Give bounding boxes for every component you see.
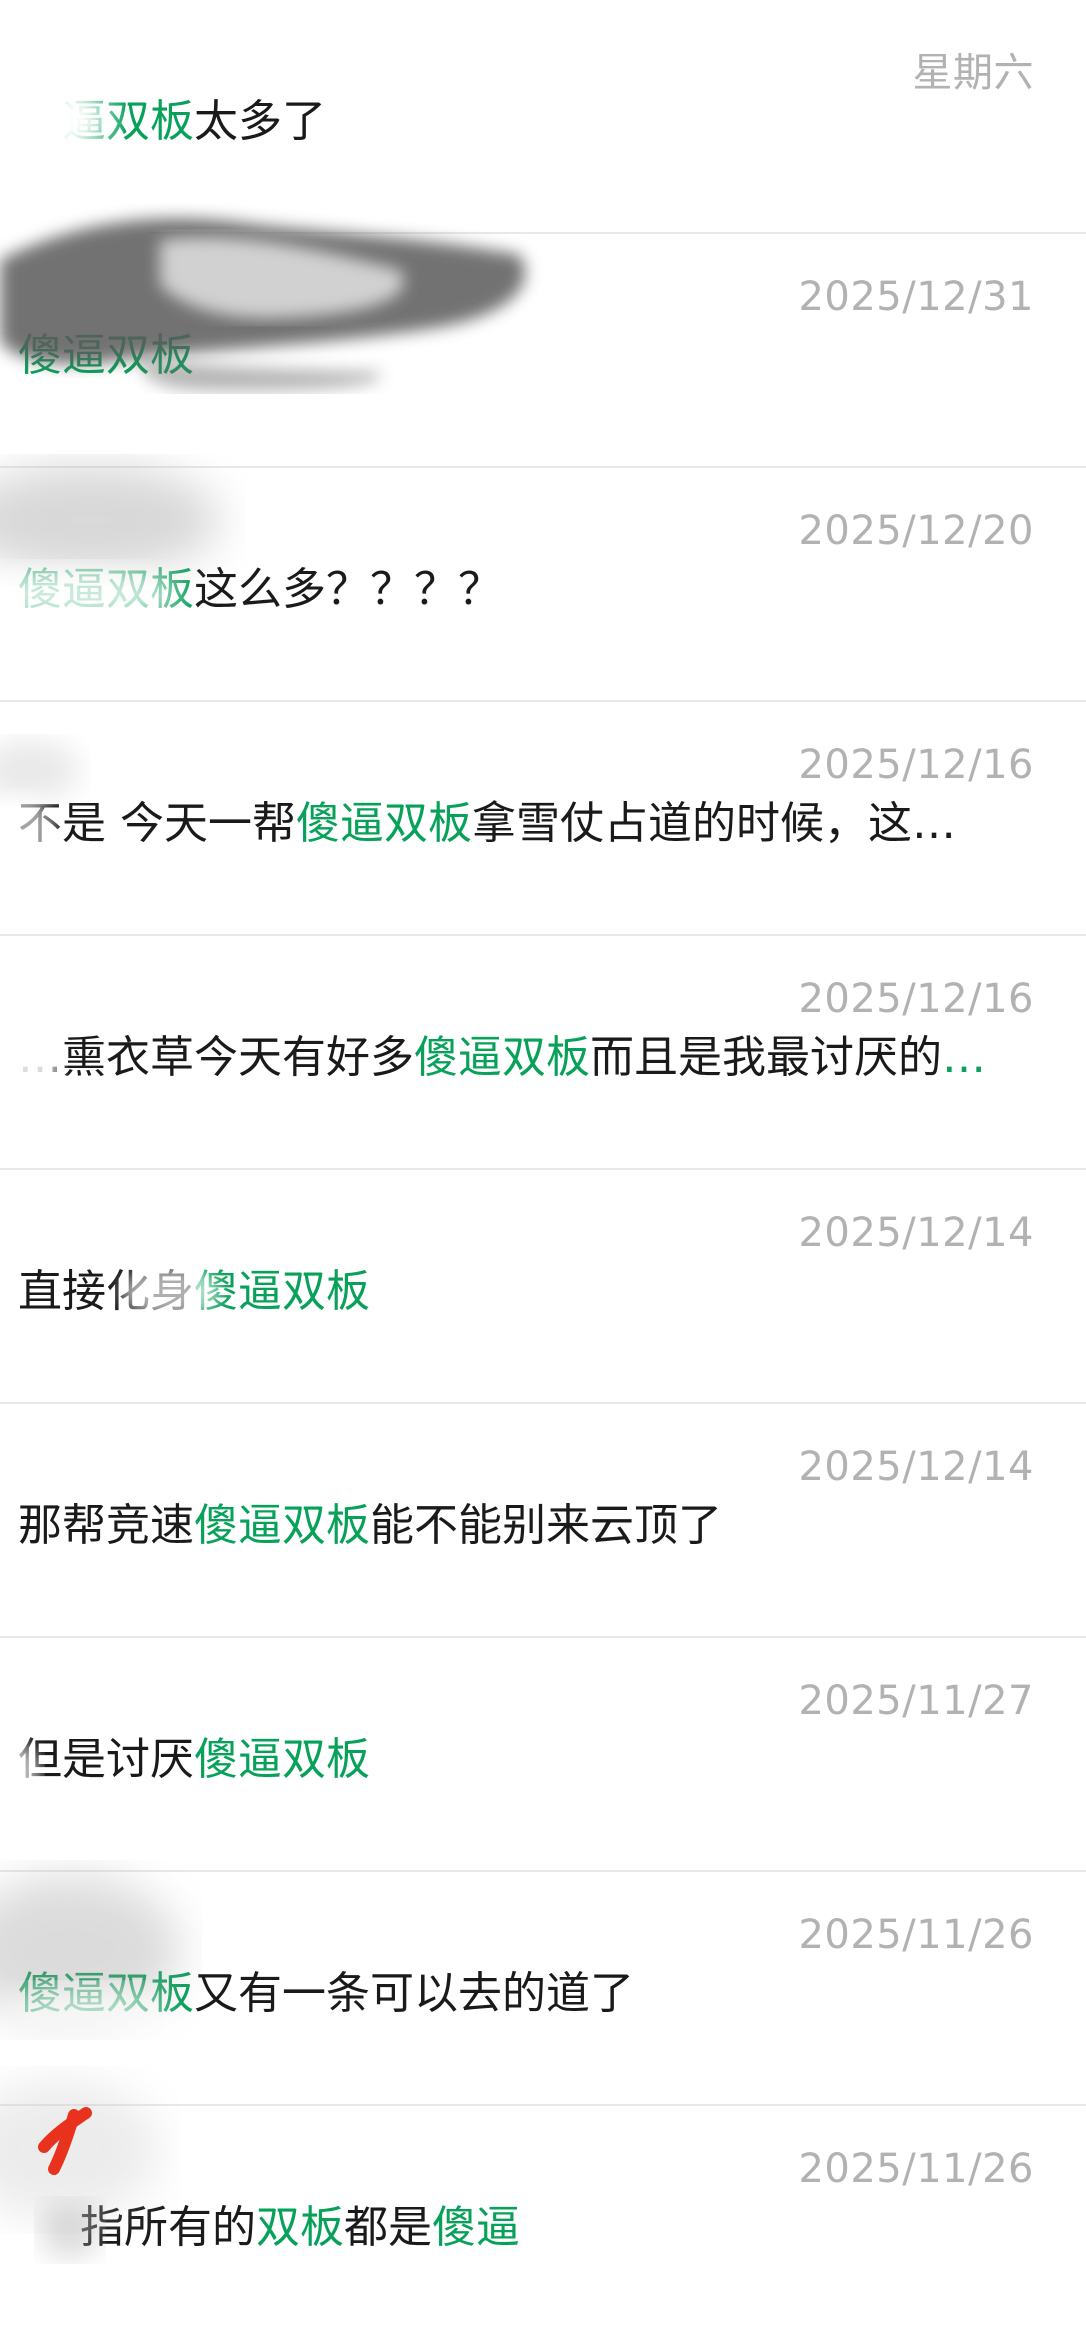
highlighted-keyword: 傻逼双板 xyxy=(18,330,194,381)
highlighted-keyword: 傻逼双板 xyxy=(296,798,472,849)
message-text: 能不能别来云顶了 xyxy=(370,1500,722,1551)
message-preview: 傻逼双板这么多？？？？ xyxy=(18,560,1046,620)
message-date: 2025/12/16 xyxy=(798,742,1034,788)
highlighted-keyword: 傻逼双板 xyxy=(414,1032,590,1083)
highlighted-keyword: 傻逼双板 xyxy=(194,1500,370,1551)
message-text: 不是 今天一帮 xyxy=(18,798,296,849)
highlighted-keyword: 傻逼双板 xyxy=(18,1968,194,2019)
message-preview: 逼双板太多了 xyxy=(62,92,1046,152)
message-text: 又有一条可以去的道了 xyxy=(194,1968,634,2019)
list-item[interactable]: 2025/12/31 傻逼双板 xyxy=(0,234,1086,468)
message-text: … xyxy=(942,1032,986,1083)
list-item[interactable]: 2025/12/16 …熏衣草今天有好多傻逼双板而且是我最讨厌的… xyxy=(0,936,1086,1170)
message-preview: 但是讨厌傻逼双板 xyxy=(18,1730,1046,1790)
list-item[interactable]: 2025/11/27 但是讨厌傻逼双板 xyxy=(0,1638,1086,1872)
message-date: 2025/12/14 xyxy=(798,1444,1034,1490)
message-date: 2025/11/26 xyxy=(798,2146,1034,2192)
message-text: 这么多？？？？ xyxy=(194,564,502,615)
list-item[interactable]: 2025/12/14 那帮竞速傻逼双板能不能别来云顶了 xyxy=(0,1404,1086,1638)
message-text: 直接化身 xyxy=(18,1266,194,1317)
message-preview: 那帮竞速傻逼双板能不能别来云顶了 xyxy=(18,1496,1046,1556)
message-date: 2025/12/20 xyxy=(798,508,1034,554)
message-text: 都是 xyxy=(344,2202,432,2253)
highlighted-keyword: 双板 xyxy=(256,2202,344,2253)
list-item[interactable]: 星期六 逼双板太多了 xyxy=(0,0,1086,234)
search-results-list: 星期六 逼双板太多了 2025/12/31 傻逼双板 2025/12/20 傻逼… xyxy=(0,0,1086,2283)
list-item[interactable]: 2025/12/14 直接化身傻逼双板 xyxy=(0,1170,1086,1404)
message-date: 2025/12/16 xyxy=(798,976,1034,1022)
message-text: 拿雪仗占道的时候，这… xyxy=(472,798,956,849)
highlighted-keyword: 逼双板 xyxy=(62,96,194,147)
highlighted-keyword: 傻逼双板 xyxy=(18,564,194,615)
message-preview: 傻逼双板 xyxy=(18,326,1046,386)
list-item[interactable]: 2025/12/20 傻逼双板这么多？？？？ xyxy=(0,468,1086,702)
message-date: 2025/12/14 xyxy=(798,1210,1034,1256)
message-text: 但是讨厌 xyxy=(18,1734,194,1785)
message-preview: 不是 今天一帮傻逼双板拿雪仗占道的时候，这… xyxy=(18,794,1046,854)
message-text: 那帮竞速 xyxy=(18,1500,194,1551)
highlighted-keyword: 傻逼双板 xyxy=(194,1266,370,1317)
list-item[interactable]: 2025/11/26 傻逼双板又有一条可以去的道了 xyxy=(0,1872,1086,2106)
red-annotation-mark xyxy=(38,2107,92,2175)
message-date: 星期六 xyxy=(912,50,1034,96)
message-text: 指所有的 xyxy=(80,2202,256,2253)
highlighted-keyword: 傻逼 xyxy=(432,2202,520,2253)
message-date: 2025/11/26 xyxy=(798,1912,1034,1958)
message-preview: …熏衣草今天有好多傻逼双板而且是我最讨厌的… xyxy=(18,1028,1046,1088)
message-preview: 指所有的双板都是傻逼 xyxy=(80,2198,1046,2258)
message-text: …熏衣草今天有好多 xyxy=(18,1032,414,1083)
message-text: 而且是我最讨厌的 xyxy=(590,1032,942,1083)
highlighted-keyword: 傻逼双板 xyxy=(194,1734,370,1785)
message-preview: 傻逼双板又有一条可以去的道了 xyxy=(18,1964,1046,2024)
message-date: 2025/12/31 xyxy=(798,274,1034,320)
list-item[interactable]: 2025/12/16 不是 今天一帮傻逼双板拿雪仗占道的时候，这… xyxy=(0,702,1086,936)
list-item[interactable]: 2025/11/26 指所有的双板都是傻逼 xyxy=(0,2106,1086,2340)
message-text: 太多了 xyxy=(194,96,326,147)
message-date: 2025/11/27 xyxy=(798,1678,1034,1724)
message-preview: 直接化身傻逼双板 xyxy=(18,1262,1046,1322)
